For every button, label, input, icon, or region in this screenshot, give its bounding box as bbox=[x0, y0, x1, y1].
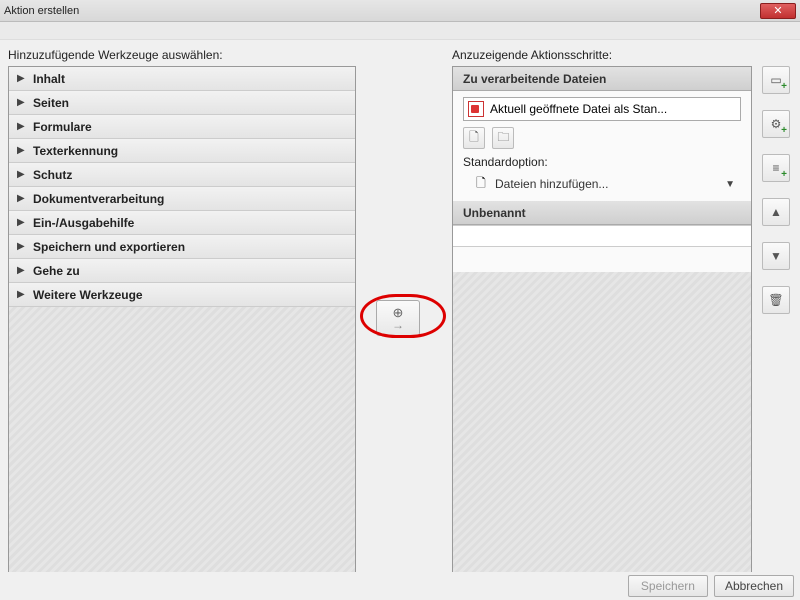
tool-category-schutz[interactable]: ▶ Schutz bbox=[9, 163, 355, 187]
plus-badge-icon: + bbox=[781, 81, 787, 92]
tool-label: Schutz bbox=[33, 168, 72, 182]
toolbar-placeholder bbox=[0, 22, 800, 40]
triangle-down-icon: ▼ bbox=[770, 249, 782, 263]
add-divider-button[interactable]: ≡+ bbox=[762, 154, 790, 182]
tool-category-gehe-zu[interactable]: ▶ Gehe zu bbox=[9, 259, 355, 283]
close-button[interactable]: ✕ bbox=[760, 3, 796, 19]
add-step-button[interactable]: ⊕ → bbox=[376, 300, 420, 336]
chevron-right-icon: ▶ bbox=[17, 289, 27, 300]
tool-label: Texterkennung bbox=[33, 144, 118, 158]
content-area: Hinzuzufügende Werkzeuge auswählen: Anzu… bbox=[4, 48, 796, 572]
pdf-icon bbox=[468, 101, 484, 117]
dialog-footer: Speichern Abbrechen bbox=[0, 572, 800, 600]
move-down-button[interactable]: ▼ bbox=[762, 242, 790, 270]
chevron-right-icon: ▶ bbox=[17, 97, 27, 108]
steps-label: Anzuzeigende Aktionsschritte: bbox=[452, 48, 612, 62]
tool-label: Dokumentverarbeitung bbox=[33, 192, 164, 206]
chevron-right-icon: ▶ bbox=[17, 193, 27, 204]
plus-badge-icon: + bbox=[781, 125, 787, 136]
files-section-header: Zu verarbeitende Dateien bbox=[453, 67, 751, 91]
side-toolbar: ▭+ ⚙+ ≡+ ▲ ▼ 🗑 bbox=[762, 66, 792, 330]
tool-category-texterkennung[interactable]: ▶ Texterkennung bbox=[9, 139, 355, 163]
file-toolbar: 🗋 🗀 bbox=[463, 127, 741, 149]
triangle-up-icon: ▲ bbox=[770, 205, 782, 219]
tool-label: Seiten bbox=[33, 96, 69, 110]
plus-badge-icon: + bbox=[781, 169, 787, 180]
tool-category-seiten[interactable]: ▶ Seiten bbox=[9, 91, 355, 115]
standard-option-label: Standardoption: bbox=[463, 155, 741, 169]
unnamed-section-header: Unbenannt bbox=[453, 201, 751, 225]
tool-category-speichern-exportieren[interactable]: ▶ Speichern und exportieren bbox=[9, 235, 355, 259]
standard-option-dropdown[interactable]: 🗋 Dateien hinzufügen... ▼ bbox=[463, 173, 741, 195]
add-instruction-button[interactable]: ⚙+ bbox=[762, 110, 790, 138]
move-up-button[interactable]: ▲ bbox=[762, 198, 790, 226]
add-file-icon: 🗋 bbox=[473, 176, 489, 192]
divider-icon: ≡ bbox=[772, 161, 779, 175]
titlebar: Aktion erstellen ✕ bbox=[0, 0, 800, 22]
tool-label: Formulare bbox=[33, 120, 92, 134]
unnamed-step-row[interactable] bbox=[453, 225, 751, 247]
add-files-label: Dateien hinzufügen... bbox=[495, 177, 725, 191]
chevron-right-icon: ▶ bbox=[17, 265, 27, 276]
chevron-right-icon: ▶ bbox=[17, 217, 27, 228]
steps-empty-area bbox=[453, 272, 751, 575]
tool-category-inhalt[interactable]: ▶ Inhalt bbox=[9, 67, 355, 91]
current-file-label: Aktuell geöffnete Datei als Stan... bbox=[490, 102, 667, 116]
open-folder-button[interactable]: 🗀 bbox=[492, 127, 514, 149]
tool-category-formulare[interactable]: ▶ Formulare bbox=[9, 115, 355, 139]
tool-label: Speichern und exportieren bbox=[33, 240, 185, 254]
tool-label: Gehe zu bbox=[33, 264, 80, 278]
steps-panel: Zu verarbeitende Dateien Aktuell geöffne… bbox=[452, 66, 752, 576]
panel-icon: ▭ bbox=[770, 73, 781, 87]
tool-category-dokumentverarbeitung[interactable]: ▶ Dokumentverarbeitung bbox=[9, 187, 355, 211]
chevron-right-icon: ▶ bbox=[17, 241, 27, 252]
new-file-button[interactable]: 🗋 bbox=[463, 127, 485, 149]
trash-icon: 🗑 bbox=[768, 293, 783, 307]
gear-icon: ⚙ bbox=[771, 117, 782, 131]
tools-empty-area bbox=[9, 307, 355, 575]
chevron-right-icon: ▶ bbox=[17, 145, 27, 156]
tool-label: Ein-/Ausgabehilfe bbox=[33, 216, 134, 230]
chevron-right-icon: ▶ bbox=[17, 73, 27, 84]
add-panel-button[interactable]: ▭+ bbox=[762, 66, 790, 94]
tools-panel: ▶ Inhalt ▶ Seiten ▶ Formulare ▶ Texterkennun… bbox=[8, 66, 356, 576]
current-file-row[interactable]: Aktuell geöffnete Datei als Stan... bbox=[463, 97, 741, 121]
tools-label: Hinzuzufügende Werkzeuge auswählen: bbox=[8, 48, 223, 62]
cancel-button[interactable]: Abbrechen bbox=[714, 575, 794, 597]
chevron-right-icon: ▶ bbox=[17, 121, 27, 132]
dropdown-indicator-icon: ▼ bbox=[725, 179, 741, 190]
tool-label: Weitere Werkzeuge bbox=[33, 288, 143, 302]
tool-category-ein-ausgabehilfe[interactable]: ▶ Ein-/Ausgabehilfe bbox=[9, 211, 355, 235]
delete-button[interactable]: 🗑 bbox=[762, 286, 790, 314]
tool-category-weitere-werkzeuge[interactable]: ▶ Weitere Werkzeuge bbox=[9, 283, 355, 307]
files-section-body: Aktuell geöffnete Datei als Stan... 🗋 🗀 … bbox=[453, 91, 751, 201]
window-title: Aktion erstellen bbox=[4, 5, 760, 17]
arrow-right-icon: → bbox=[392, 319, 404, 331]
chevron-right-icon: ▶ bbox=[17, 169, 27, 180]
dialog-window: Aktion erstellen ✕ Hinzuzufügende Werkze… bbox=[0, 0, 800, 600]
plus-circle-icon: ⊕ bbox=[393, 306, 404, 319]
save-button[interactable]: Speichern bbox=[628, 575, 708, 597]
tool-label: Inhalt bbox=[33, 72, 65, 86]
